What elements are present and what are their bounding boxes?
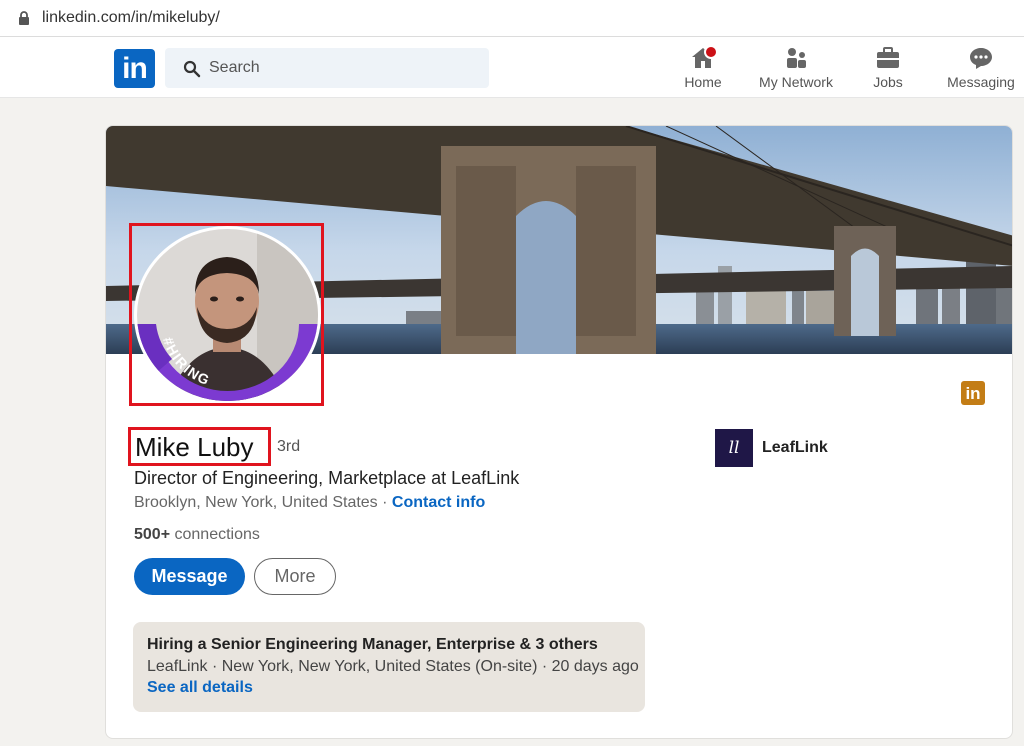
see-all-details-link[interactable]: See all details	[147, 679, 253, 697]
hiring-title: Hiring a Senior Engineering Manager, Ent…	[147, 636, 598, 653]
top-nav: in Home My Network	[0, 37, 1024, 98]
current-company[interactable]: ll LeafLink	[715, 429, 828, 467]
nav-home-label: Home	[684, 74, 722, 90]
nav-messaging[interactable]: Messaging	[942, 43, 1020, 95]
search-input[interactable]	[209, 48, 479, 88]
linkedin-logo[interactable]: in	[114, 49, 155, 88]
contact-info-link[interactable]: Contact info	[392, 494, 485, 511]
message-button[interactable]: Message	[134, 558, 245, 595]
nav-my-network[interactable]: My Network	[752, 43, 840, 95]
search-icon	[183, 60, 201, 78]
address-bar[interactable]: linkedin.com/in/mikeluby/	[0, 0, 1024, 37]
hiring-subtitle: LeafLink · New York, New York, United St…	[147, 658, 639, 675]
profile-card: #HIRING in Mike Luby 3rd Director of Eng…	[105, 125, 1013, 739]
briefcase-icon	[877, 47, 899, 68]
nav-jobs-label: Jobs	[873, 74, 903, 90]
people-icon	[787, 48, 806, 68]
url-text[interactable]: linkedin.com/in/mikeluby/	[42, 9, 220, 27]
profile-location: Brooklyn, New York, United States	[134, 494, 378, 511]
nav-my-network-label: My Network	[759, 74, 833, 90]
profile-location-line: Brooklyn, New York, United States · Cont…	[134, 494, 485, 512]
connections-label: connections	[170, 526, 260, 543]
connection-degree: 3rd	[277, 438, 301, 455]
nav-jobs[interactable]: Jobs	[862, 43, 914, 95]
lock-icon	[19, 11, 29, 25]
connections-number: 500+	[134, 526, 171, 543]
messaging-icon	[970, 48, 992, 69]
leaflink-logo: ll	[715, 429, 753, 467]
notification-badge	[704, 45, 718, 59]
location-separator: ·	[377, 494, 392, 511]
more-button[interactable]: More	[254, 558, 336, 595]
connections-count[interactable]: 500+ connections	[134, 526, 260, 544]
nav-messaging-label: Messaging	[947, 74, 1015, 90]
nav-home[interactable]: Home	[676, 43, 730, 95]
highlight-frame-photo	[129, 223, 324, 406]
linkedin-badge-icon[interactable]: in	[961, 381, 985, 405]
company-name: LeafLink	[762, 439, 828, 456]
highlight-frame-name	[128, 427, 271, 466]
profile-headline: Director of Engineering, Marketplace at …	[134, 468, 520, 488]
search-box[interactable]	[165, 48, 489, 88]
hiring-card: Hiring a Senior Engineering Manager, Ent…	[133, 622, 645, 712]
